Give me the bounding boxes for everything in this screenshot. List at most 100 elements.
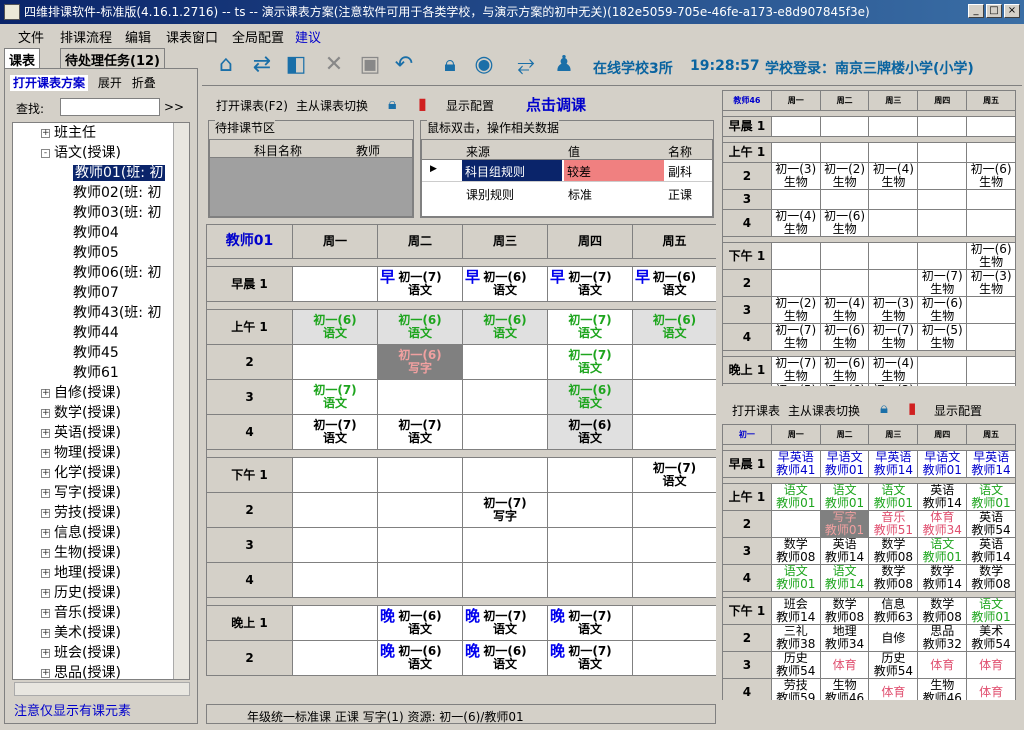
schedule-cell[interactable]: 初一(7) 语文 [547,309,633,345]
schedule-cell[interactable] [292,457,378,493]
schedule-cell[interactable]: 初一(6) 语文 [377,309,463,345]
schedule-cell[interactable]: 早初一(7) 语文 [547,266,633,302]
mini-schedule-cell[interactable]: 初一(6) 生物 [819,383,870,386]
traffic-light-icon[interactable]: ▮ [908,399,916,417]
ops-row[interactable]: 课别规则 标准 正课 [422,182,712,204]
mini-schedule-cell[interactable]: 数学 教师08 [868,537,919,565]
mini-day-header[interactable]: 周二 [819,424,870,445]
expand-icon[interactable]: + [41,128,50,138]
mini-schedule-cell[interactable]: 初一(7) 生物 [770,356,821,384]
tree-hscrollbar[interactable] [14,682,190,696]
mini-schedule-cell[interactable]: 英语 教师14 [917,483,968,511]
mini-schedule-cell[interactable]: 数学 教师08 [819,597,870,625]
mini-schedule-cell[interactable]: 语文 教师01 [917,537,968,565]
tab-pending-tasks[interactable]: 待处理任务(12) [60,48,165,69]
mini-schedule-cell[interactable]: 英语 教师14 [966,537,1016,565]
schedule-cell[interactable] [547,527,633,563]
mini-schedule-cell[interactable] [917,116,968,137]
schedule-cell[interactable]: 早初一(6) 语文 [632,266,716,302]
pending-list[interactable]: 科目名称 教师 [209,139,413,217]
mini-schedule-cell[interactable]: 自修 [868,624,919,652]
expand-icon[interactable]: + [41,408,50,418]
tree-node-subject[interactable]: + 物理(授课) [41,443,121,463]
mini-schedule-cell[interactable]: 初一(4) 生物 [868,356,919,384]
mini-schedule-cell[interactable]: 初一(3) 生物 [868,383,919,386]
mini-schedule-cell[interactable] [868,269,919,297]
schedule-cell[interactable]: 初一(6) 语文 [632,309,716,345]
schedule-cell[interactable] [377,527,463,563]
mini-schedule-cell[interactable]: 音乐 教师51 [868,510,919,538]
mini-schedule-cell[interactable]: 语文 教师01 [868,483,919,511]
mini-day-header[interactable]: 周一 [770,424,821,445]
schedule-cell[interactable] [632,562,716,598]
schedule-cell[interactable]: 初一(7) 语文 [292,414,378,450]
ops-row[interactable]: ▶ 科目组规则 较差 副科 [422,160,712,182]
mini-schedule-cell[interactable]: 初一(6) 生物 [819,356,870,384]
mini-schedule-cell[interactable]: 初一(7) 生物 [917,269,968,297]
tree-node-subject[interactable]: + 英语(授课) [41,423,121,443]
mini-day-header[interactable]: 周一 [770,90,821,111]
tree-node-subject[interactable]: + 信息(授课) [41,523,121,543]
mini-schedule-cell[interactable]: 初一(3) 生物 [770,162,821,190]
mini-schedule-cell[interactable] [868,209,919,237]
mini-schedule-cell[interactable] [917,189,968,210]
menu-process[interactable]: 排课流程 [60,27,112,46]
mini-schedule-cell[interactable]: 语文 教师14 [819,564,870,592]
mini-schedule-cell[interactable]: 初一(2) 生物 [819,162,870,190]
search-input[interactable] [60,98,160,116]
schedule-cell[interactable]: 晚初一(7) 语文 [547,605,633,641]
mini-schedule-cell[interactable]: 初一(6) 生物 [819,323,870,351]
expand-icon[interactable]: + [41,548,50,558]
mini-schedule-cell[interactable]: 初一(5) 生物 [770,383,821,386]
mini-schedule-cell[interactable]: 数学 教师14 [917,564,968,592]
tree-node-teacher[interactable]: 教师01(班: 初 [73,163,166,183]
schedule-cell[interactable]: 晚初一(6) 语文 [377,640,463,676]
tree-node-subject[interactable]: + 生物(授课) [41,543,121,563]
mini-schedule-cell[interactable]: 体育 [917,651,968,679]
menu-file[interactable]: 文件 [18,27,44,46]
mini-schedule-cell[interactable]: 初一(5) 生物 [917,323,968,351]
mini-schedule-cell[interactable]: 初一(3) 生物 [868,296,919,324]
mini-schedule-cell[interactable]: 地理 教师34 [819,624,870,652]
mini-schedule-cell[interactable] [966,116,1016,137]
mini2-switch-button[interactable]: 主从课表切换 [788,402,860,419]
tree-node-subject[interactable]: + 化学(授课) [41,463,121,483]
mini-schedule-cell[interactable]: 生物 教师46 [917,678,968,700]
schedule-cell[interactable] [377,492,463,528]
display-config-button[interactable]: 显示配置 [446,97,494,114]
menu-schedule-window[interactable]: 课表窗口 [166,27,218,46]
mini2-open-button[interactable]: 打开课表 [732,402,780,419]
schedule-cell[interactable]: 初一(7) 语文 [377,414,463,450]
schedule-cell[interactable] [292,492,378,528]
schedule-cell[interactable] [632,640,716,676]
tree-node-subject[interactable]: + 班会(授课) [41,643,121,663]
mini-schedule-cell[interactable] [819,142,870,163]
mini-schedule-cell[interactable]: 体育 [966,651,1016,679]
tree-node-teacher[interactable]: 教师03(班: 初 [73,203,161,223]
mini-schedule-cell[interactable]: 思品 教师32 [917,624,968,652]
tree-node-teacher[interactable]: 教师43(班: 初 [73,303,161,323]
mini-day-header[interactable]: 周四 [917,424,968,445]
schedule-cell[interactable] [632,492,716,528]
tree-node-teacher[interactable]: 教师05 [73,243,119,263]
mini-schedule-cell[interactable]: 初一(3) 生物 [966,269,1016,297]
mini-schedule-cell[interactable] [770,116,821,137]
schedule-cell[interactable]: 晚初一(6) 语文 [462,640,548,676]
tree-node-subject[interactable]: + 写字(授课) [41,483,121,503]
schedule-cell[interactable] [547,457,633,493]
schedule-cell[interactable] [292,640,378,676]
mini-schedule-cell[interactable] [770,510,821,538]
mini-schedule-cell[interactable] [966,142,1016,163]
mini-schedule-cell[interactable]: 美术 教师54 [966,624,1016,652]
schedule-cell[interactable]: 初一(6) 语文 [462,309,548,345]
users-icon[interactable]: ♟ [550,50,578,80]
schedule-cell[interactable] [632,527,716,563]
mini-schedule-cell[interactable] [966,356,1016,384]
expand-icon[interactable]: + [41,468,50,478]
bookmark-icon[interactable]: ◧ [282,50,310,80]
swap-icon[interactable]: ⇄ [248,50,276,80]
schedule-cell[interactable] [292,527,378,563]
mini-schedule-cell[interactable]: 体育 [868,678,919,700]
mini-schedule-cell[interactable]: 初一(4) 生物 [868,162,919,190]
expand-icon[interactable]: + [41,388,50,398]
